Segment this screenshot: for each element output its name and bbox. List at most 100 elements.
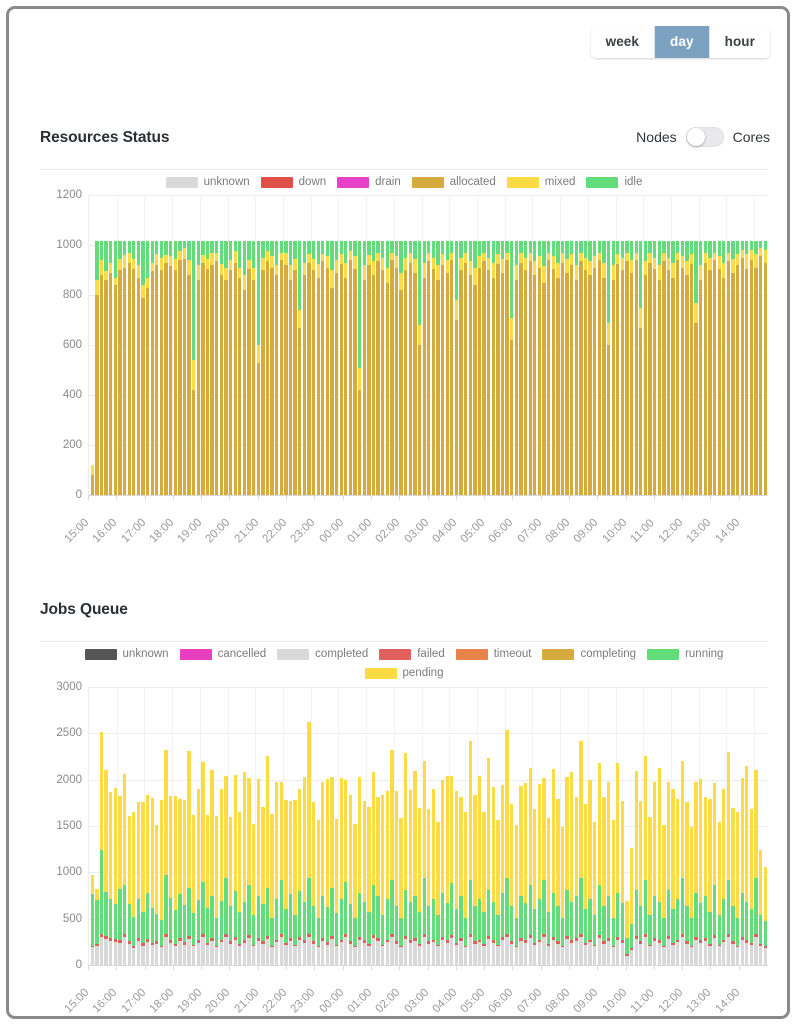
jobs-segment-running [330,888,334,937]
jobs-legend-swatch-completed [277,648,310,660]
jobs-bar-stack [602,687,606,965]
jobs-segment-completed [376,940,380,965]
time-range-selector[interactable]: week day hour [590,26,770,58]
resources-legend-item-allocated[interactable]: allocated [411,176,496,188]
resources-legend-item-idle[interactable]: idle [586,176,642,188]
jobs-segment-completed [620,942,625,965]
jobs-segment-running [145,892,150,940]
resources-legend-item-drain[interactable]: drain [337,176,401,188]
resources-segment-allocated [570,265,574,495]
jobs-segment-running [284,909,288,943]
resources-bar-stack [122,195,127,495]
jobs-segment-completed [583,944,588,965]
resources-segment-idle [205,241,210,259]
resources-status-title: Resources Status [40,129,170,146]
resources-bar-stack [629,195,634,495]
jobs-segment-completed [542,937,546,965]
resources-segment-allocated [514,280,519,495]
jobs-segment-pending [629,848,634,925]
resources-legend-item-mixed[interactable]: mixed [506,176,575,188]
resources-segment-allocated [722,277,726,495]
resources-legend-item-unknown[interactable]: unknown [165,176,250,188]
resources-segment-allocated [712,260,717,495]
resources-segment-mixed [634,252,638,260]
nodes-cores-switch[interactable] [685,127,724,147]
jobs-segment-completed [362,942,366,965]
resources-segment-allocated [422,277,426,495]
jobs-segment-running [141,911,145,944]
jobs-bar-stack [353,687,357,965]
jobs-bar-stack [132,687,136,965]
jobs-segment-completed [510,943,514,965]
jobs-queue-chart[interactable]: 0 500 1000 1500 2000 2500 3000 [40,681,768,971]
range-button-hour[interactable]: hour [709,26,770,58]
jobs-legend-item-cancelled[interactable]: cancelled [179,648,266,660]
resources-segment-allocated [440,265,445,495]
resources-bar[interactable] [763,195,768,495]
resources-bar-stack [703,195,707,495]
jobs-legend-item-completed[interactable]: completed [277,648,368,660]
jobs-segment-pending [113,788,117,904]
resources-segment-idle [745,241,749,254]
resources-segment-idle [611,241,615,265]
resources-x-tick-label: 18:00 [147,516,177,546]
resources-segment-idle [459,241,463,258]
jobs-segment-completed [256,940,260,965]
nodes-cores-toggle-row[interactable]: Nodes Cores [636,127,770,147]
jobs-bar[interactable] [763,687,768,965]
resources-legend-item-down[interactable]: down [260,176,326,188]
jobs-bar-stack [643,687,648,965]
resources-segment-mixed [671,262,675,278]
jobs-legend-item-pending[interactable]: pending [364,667,443,679]
jobs-segment-completed [417,945,422,965]
resources-segment-mixed [699,265,703,280]
resources-bar-stack [293,195,297,495]
jobs-segment-completed [611,947,615,965]
jobs-x-tick-label: 07:00 [515,986,545,1016]
resources-x-tick-label: 05:00 [458,516,488,546]
resources-segment-allocated [477,267,482,495]
jobs-segment-completed [676,941,680,965]
jobs-segment-running [247,884,251,935]
resources-segment-allocated [367,265,371,495]
jobs-segment-completed [699,942,703,965]
resources-status-chart[interactable]: 0 200 400 600 800 1000 1200 [40,189,768,501]
jobs-segment-running [731,906,735,942]
resources-segment-allocated [445,272,449,495]
jobs-legend-item-running[interactable]: running [647,648,723,660]
jobs-segment-completed [712,938,717,965]
jobs-segment-running [251,914,256,945]
resources-segment-mixed [261,257,265,270]
resources-segment-idle [381,241,385,258]
jobs-segment-running [652,895,657,939]
jobs-segment-completed [556,943,560,965]
resources-segment-mixed [192,360,196,390]
jobs-legend-item-unknown[interactable]: unknown [84,648,169,660]
jobs-segment-completed [722,941,726,965]
range-button-week[interactable]: week [590,26,656,58]
jobs-segment-pending [192,814,196,914]
jobs-legend-label-failed: failed [417,648,445,660]
resources-segment-idle [196,241,200,265]
jobs-segment-running [279,879,283,934]
jobs-bar-stack [708,687,712,965]
jobs-legend-item-timeout[interactable]: timeout [455,648,531,660]
jobs-x-tick-label: 10:00 [600,986,629,1016]
resources-segment-allocated [671,277,675,495]
resources-segment-allocated [482,261,486,495]
jobs-segment-pending [215,815,219,918]
jobs-legend-item-completing[interactable]: completing [542,648,636,660]
resources-bar-stack [399,195,403,495]
jobs-segment-pending [500,785,505,893]
resources-x-tick [144,495,146,500]
resources-x-tick [540,495,542,500]
jobs-segment-completed [408,942,412,965]
resources-segment-allocated [90,475,94,495]
resources-segment-allocated [680,267,684,495]
jobs-segment-pending [256,778,260,896]
range-button-day[interactable]: day [655,26,710,58]
resources-x-tick-label: 08:00 [543,516,573,546]
resources-segment-allocated [404,270,408,495]
jobs-legend-item-failed[interactable]: failed [379,648,445,660]
jobs-segment-running [113,903,117,940]
